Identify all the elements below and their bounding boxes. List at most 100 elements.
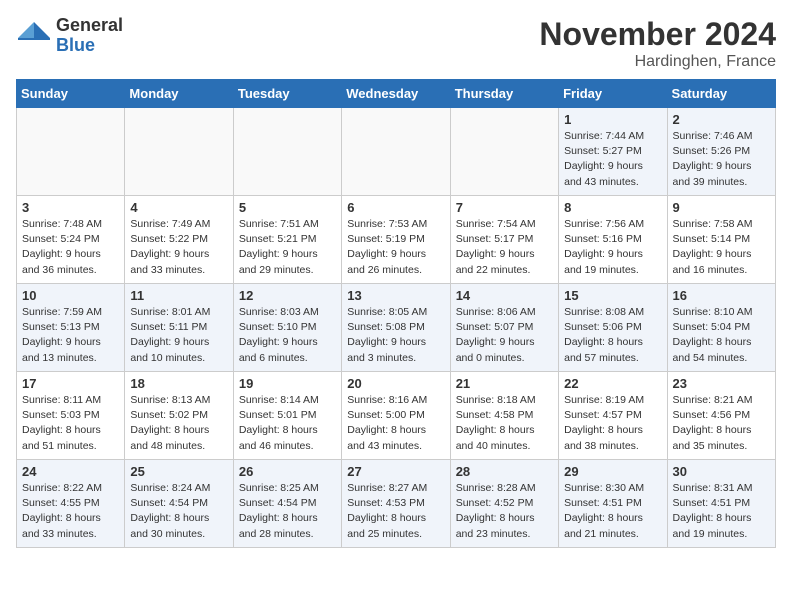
calendar-body: 1 Sunrise: 7:44 AM Sunset: 5:27 PM Daylig… xyxy=(17,108,776,548)
day-info: Sunrise: 7:49 AM Sunset: 5:22 PM Dayligh… xyxy=(130,217,227,278)
calendar-cell xyxy=(17,108,125,196)
calendar-cell: 11Sunrise: 8:01 AM Sunset: 5:11 PM Dayli… xyxy=(125,284,233,372)
calendar-cell: 24 Sunrise: 8:22 AM Sunset: 4:55 PM Dayli… xyxy=(17,460,125,548)
day-info: Sunrise: 7:56 AM Sunset: 5:16 PM Dayligh… xyxy=(564,217,661,278)
day-number: 10 xyxy=(22,288,119,303)
day-number: 24 xyxy=(22,464,119,479)
title-area: November 2024 Hardinghen, France xyxy=(539,16,776,71)
day-number: 17 xyxy=(22,376,119,391)
day-info: Sunrise: 8:28 AM Sunset: 4:52 PM Dayligh… xyxy=(456,481,553,542)
day-info: Sunrise: 7:54 AM Sunset: 5:17 PM Dayligh… xyxy=(456,217,553,278)
calendar-cell: 18 Sunrise: 8:13 AM Sunset: 5:02 PM Dayli… xyxy=(125,372,233,460)
day-number: 1 xyxy=(564,112,661,127)
day-info: Sunrise: 8:11 AM Sunset: 5:03 PM Dayligh… xyxy=(22,393,119,454)
calendar-cell: 9 Sunrise: 7:58 AM Sunset: 5:14 PM Daylig… xyxy=(667,196,775,284)
day-info: Sunrise: 8:14 AM Sunset: 5:01 PM Dayligh… xyxy=(239,393,336,454)
day-number: 18 xyxy=(130,376,227,391)
calendar-cell xyxy=(450,108,558,196)
calendar-cell: 15Sunrise: 8:08 AM Sunset: 5:06 PM Dayli… xyxy=(559,284,667,372)
day-number: 5 xyxy=(239,200,336,215)
weekday-header: Thursday xyxy=(450,80,558,108)
day-number: 14 xyxy=(456,288,553,303)
day-number: 30 xyxy=(673,464,770,479)
day-info: Sunrise: 8:13 AM Sunset: 5:02 PM Dayligh… xyxy=(130,393,227,454)
day-info: Sunrise: 7:59 AM Sunset: 5:13 PM Dayligh… xyxy=(22,305,119,366)
calendar-cell: 17 Sunrise: 8:11 AM Sunset: 5:03 PM Dayli… xyxy=(17,372,125,460)
weekday-header: Friday xyxy=(559,80,667,108)
day-number: 23 xyxy=(673,376,770,391)
day-info: Sunrise: 8:10 AM Sunset: 5:04 PM Dayligh… xyxy=(673,305,770,366)
calendar-cell: 25 Sunrise: 8:24 AM Sunset: 4:54 PM Dayli… xyxy=(125,460,233,548)
day-number: 11 xyxy=(130,288,227,303)
day-number: 22 xyxy=(564,376,661,391)
calendar-cell: 23 Sunrise: 8:21 AM Sunset: 4:56 PM Dayli… xyxy=(667,372,775,460)
day-number: 26 xyxy=(239,464,336,479)
weekday-header: Sunday xyxy=(17,80,125,108)
day-info: Sunrise: 7:53 AM Sunset: 5:19 PM Dayligh… xyxy=(347,217,444,278)
calendar-cell xyxy=(233,108,341,196)
calendar-cell: 28 Sunrise: 8:28 AM Sunset: 4:52 PM Dayli… xyxy=(450,460,558,548)
day-number: 13 xyxy=(347,288,444,303)
weekday-header: Wednesday xyxy=(342,80,450,108)
day-info: Sunrise: 8:21 AM Sunset: 4:56 PM Dayligh… xyxy=(673,393,770,454)
location: Hardinghen, France xyxy=(539,53,776,71)
weekday-header: Saturday xyxy=(667,80,775,108)
day-number: 20 xyxy=(347,376,444,391)
day-info: Sunrise: 7:46 AM Sunset: 5:26 PM Dayligh… xyxy=(673,129,770,190)
calendar-cell: 8Sunrise: 7:56 AM Sunset: 5:16 PM Daylig… xyxy=(559,196,667,284)
calendar-cell: 1 Sunrise: 7:44 AM Sunset: 5:27 PM Daylig… xyxy=(559,108,667,196)
weekday-header: Monday xyxy=(125,80,233,108)
calendar-cell: 21Sunrise: 8:18 AM Sunset: 4:58 PM Dayli… xyxy=(450,372,558,460)
day-info: Sunrise: 8:24 AM Sunset: 4:54 PM Dayligh… xyxy=(130,481,227,542)
day-number: 12 xyxy=(239,288,336,303)
day-info: Sunrise: 7:44 AM Sunset: 5:27 PM Dayligh… xyxy=(564,129,661,190)
calendar-cell: 7 Sunrise: 7:54 AM Sunset: 5:17 PM Daylig… xyxy=(450,196,558,284)
logo: General Blue xyxy=(16,16,123,56)
day-info: Sunrise: 8:19 AM Sunset: 4:57 PM Dayligh… xyxy=(564,393,661,454)
month-title: November 2024 xyxy=(539,16,776,53)
calendar-cell: 13 Sunrise: 8:05 AM Sunset: 5:08 PM Dayli… xyxy=(342,284,450,372)
day-info: Sunrise: 8:16 AM Sunset: 5:00 PM Dayligh… xyxy=(347,393,444,454)
day-info: Sunrise: 7:48 AM Sunset: 5:24 PM Dayligh… xyxy=(22,217,119,278)
calendar-cell: 16 Sunrise: 8:10 AM Sunset: 5:04 PM Dayli… xyxy=(667,284,775,372)
calendar-cell: 4Sunrise: 7:49 AM Sunset: 5:22 PM Daylig… xyxy=(125,196,233,284)
day-number: 16 xyxy=(673,288,770,303)
day-number: 6 xyxy=(347,200,444,215)
calendar-header-row: SundayMondayTuesdayWednesdayThursdayFrid… xyxy=(17,80,776,108)
calendar-cell: 26 Sunrise: 8:25 AM Sunset: 4:54 PM Dayli… xyxy=(233,460,341,548)
day-number: 15 xyxy=(564,288,661,303)
day-info: Sunrise: 8:31 AM Sunset: 4:51 PM Dayligh… xyxy=(673,481,770,542)
calendar-cell: 14 Sunrise: 8:06 AM Sunset: 5:07 PM Dayli… xyxy=(450,284,558,372)
day-number: 28 xyxy=(456,464,553,479)
day-info: Sunrise: 8:05 AM Sunset: 5:08 PM Dayligh… xyxy=(347,305,444,366)
day-info: Sunrise: 8:22 AM Sunset: 4:55 PM Dayligh… xyxy=(22,481,119,542)
day-info: Sunrise: 8:03 AM Sunset: 5:10 PM Dayligh… xyxy=(239,305,336,366)
calendar-week-row: 3 Sunrise: 7:48 AM Sunset: 5:24 PM Daylig… xyxy=(17,196,776,284)
calendar-cell: 22 Sunrise: 8:19 AM Sunset: 4:57 PM Dayli… xyxy=(559,372,667,460)
calendar-week-row: 10 Sunrise: 7:59 AM Sunset: 5:13 PM Dayli… xyxy=(17,284,776,372)
day-info: Sunrise: 8:06 AM Sunset: 5:07 PM Dayligh… xyxy=(456,305,553,366)
day-number: 2 xyxy=(673,112,770,127)
calendar-cell: 30 Sunrise: 8:31 AM Sunset: 4:51 PM Dayli… xyxy=(667,460,775,548)
day-number: 9 xyxy=(673,200,770,215)
calendar-cell: 29 Sunrise: 8:30 AM Sunset: 4:51 PM Dayli… xyxy=(559,460,667,548)
day-number: 27 xyxy=(347,464,444,479)
day-number: 3 xyxy=(22,200,119,215)
calendar-cell: 6 Sunrise: 7:53 AM Sunset: 5:19 PM Daylig… xyxy=(342,196,450,284)
calendar-cell: 2 Sunrise: 7:46 AM Sunset: 5:26 PM Daylig… xyxy=(667,108,775,196)
weekday-header: Tuesday xyxy=(233,80,341,108)
calendar-cell xyxy=(342,108,450,196)
day-info: Sunrise: 8:25 AM Sunset: 4:54 PM Dayligh… xyxy=(239,481,336,542)
day-number: 25 xyxy=(130,464,227,479)
calendar-cell: 10 Sunrise: 7:59 AM Sunset: 5:13 PM Dayli… xyxy=(17,284,125,372)
day-number: 7 xyxy=(456,200,553,215)
day-number: 19 xyxy=(239,376,336,391)
calendar-week-row: 24 Sunrise: 8:22 AM Sunset: 4:55 PM Dayli… xyxy=(17,460,776,548)
calendar-cell: 3 Sunrise: 7:48 AM Sunset: 5:24 PM Daylig… xyxy=(17,196,125,284)
calendar-cell xyxy=(125,108,233,196)
day-number: 29 xyxy=(564,464,661,479)
day-info: Sunrise: 7:58 AM Sunset: 5:14 PM Dayligh… xyxy=(673,217,770,278)
day-info: Sunrise: 8:30 AM Sunset: 4:51 PM Dayligh… xyxy=(564,481,661,542)
calendar-week-row: 1 Sunrise: 7:44 AM Sunset: 5:27 PM Daylig… xyxy=(17,108,776,196)
calendar-table: SundayMondayTuesdayWednesdayThursdayFrid… xyxy=(16,79,776,548)
